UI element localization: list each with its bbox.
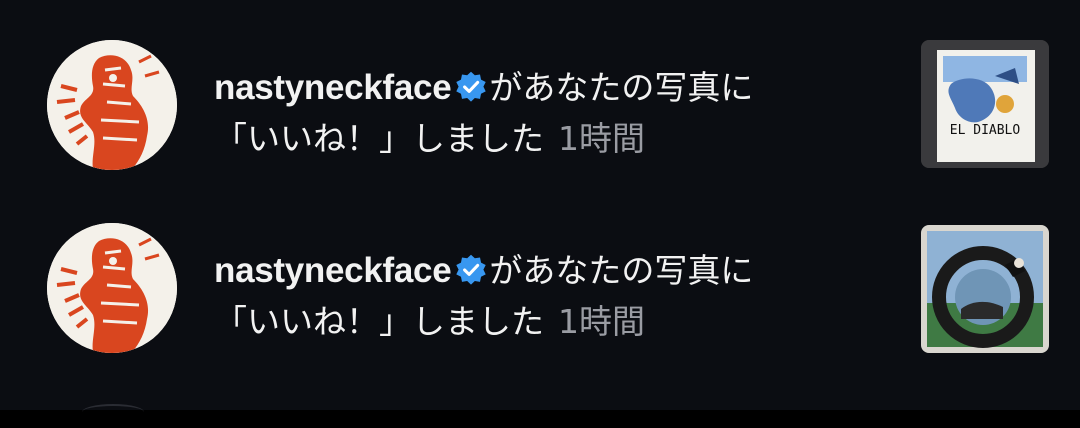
- notification-item[interactable]: nastyneckface があなたの写真に「いいね！」しました 1時間 EL DI…: [0, 28, 1080, 178]
- verified-badge-icon: [456, 71, 487, 102]
- avatar[interactable]: [47, 223, 177, 353]
- timestamp: 1時間: [558, 302, 645, 341]
- post-text: EL DIABLO: [950, 123, 1021, 138]
- avatar[interactable]: [47, 40, 177, 170]
- bottom-bar: [0, 410, 1080, 428]
- action-text: 「いいね！」しました: [214, 302, 544, 341]
- username[interactable]: nastyneckface: [214, 68, 452, 107]
- post-thumbnail[interactable]: EL DIABLO: [921, 40, 1049, 168]
- notifications-list: nastyneckface があなたの写真に 「いいね！」しました 1時間 EL DI…: [0, 0, 1080, 410]
- notification-text: nastyneckface があなたの写真に「いいね！」しました 1時間: [214, 245, 874, 347]
- verified-badge-icon: [456, 254, 487, 285]
- avatar: [82, 404, 144, 420]
- timestamp: 1時間: [558, 119, 645, 158]
- username[interactable]: nastyneckface: [214, 251, 452, 290]
- action-text: があなたの写真に: [489, 251, 754, 290]
- action-text: があなたの写真に: [489, 68, 754, 107]
- post-thumbnail[interactable]: [921, 225, 1049, 353]
- notification-item[interactable]: nastyneckface があなたの写真に「いいね！」しました 1時間: [0, 211, 1080, 361]
- notification-text: nastyneckface があなたの写真に「いいね！」しました 1時間: [214, 62, 874, 164]
- action-text: 「いいね！」しました: [214, 119, 544, 158]
